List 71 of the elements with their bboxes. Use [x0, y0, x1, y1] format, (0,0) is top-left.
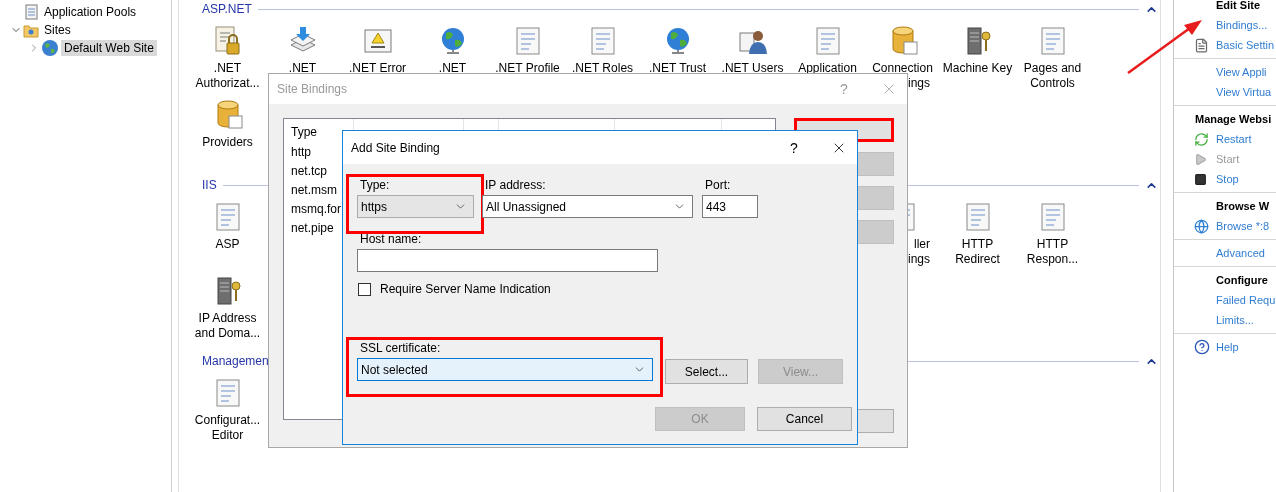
action-link[interactable]: View Virtua — [1216, 86, 1272, 98]
feature-label[interactable]: .NET — [415, 61, 490, 76]
type-dropdown[interactable]: https — [357, 195, 474, 218]
action-link[interactable]: Limits... — [1216, 314, 1254, 326]
tree-item[interactable]: Sites — [41, 22, 74, 38]
play-icon — [1194, 152, 1207, 166]
tree-item[interactable]: Application Pools — [41, 4, 140, 20]
host-name-field[interactable] — [357, 249, 658, 272]
stop-icon — [1194, 172, 1207, 186]
section-title: Manage Websi — [1194, 112, 1273, 127]
feature-label[interactable]: HTTP — [1015, 237, 1090, 252]
field-label: Type: — [359, 178, 391, 192]
group-title: Managemen — [202, 354, 269, 368]
globe-icon — [1194, 218, 1209, 234]
action-link[interactable]: View Appli — [1216, 66, 1267, 78]
feature-label[interactable]: Configurat... — [190, 413, 265, 428]
tree-item[interactable]: Default Web Site — [61, 40, 157, 56]
action-link[interactable]: Basic Settin — [1216, 39, 1275, 51]
feature-label[interactable]: Connection — [865, 61, 940, 76]
feature-label[interactable]: Authorizat... — [190, 76, 265, 91]
dialog-title: Add Site Binding — [351, 140, 441, 155]
group-title: ASP.NET — [202, 2, 252, 16]
feature-label[interactable]: .NET — [190, 61, 265, 76]
dialog-title: Site Bindings — [277, 82, 349, 96]
feature-label[interactable]: IP Address — [190, 311, 265, 326]
feature-label[interactable]: Application — [790, 61, 865, 76]
refresh-icon — [1194, 131, 1209, 147]
feature-label[interactable]: and Doma... — [190, 326, 265, 341]
action-link[interactable]: Help — [1216, 341, 1239, 353]
help-button[interactable]: ? — [787, 139, 801, 156]
globe-icon — [41, 39, 59, 57]
feature-label[interactable]: .NET Error — [340, 61, 415, 76]
action-link[interactable]: Browse *:8 — [1216, 220, 1270, 232]
checkbox[interactable] — [358, 282, 371, 296]
action-link[interactable]: Restart — [1216, 133, 1252, 145]
action-link[interactable]: Advanced — [1216, 247, 1265, 259]
feature-label[interactable]: Machine Key — [940, 61, 1015, 76]
action-link[interactable]: Bindings... — [1216, 19, 1268, 31]
feature-label[interactable]: Providers — [190, 135, 265, 150]
feature-label[interactable]: .NET Roles — [565, 61, 640, 76]
folder-icon — [23, 22, 39, 38]
feature-label[interactable]: .NET — [265, 61, 340, 76]
feature-label[interactable]: HTTP — [940, 237, 1015, 252]
group-title: IIS — [202, 178, 217, 192]
section-title: Configure — [1215, 273, 1269, 288]
select-button[interactable]: Select... — [665, 359, 748, 384]
ip-address-dropdown[interactable]: All Unassigned — [482, 195, 693, 218]
document-icon — [23, 4, 39, 20]
feature-label[interactable]: .NET Users — [715, 61, 790, 76]
document-icon — [1194, 37, 1209, 53]
certificate-dropdown[interactable]: Not selected — [357, 358, 653, 381]
section-title: Edit Site — [1215, 0, 1261, 13]
field-label: SSL certificate: — [359, 341, 442, 355]
feature-label[interactable]: Respon... — [1015, 252, 1090, 267]
field-label: Port: — [704, 178, 732, 192]
feature-label[interactable]: .NET Trust — [640, 61, 715, 76]
action-link[interactable]: Stop — [1216, 173, 1239, 185]
cancel-button[interactable]: Cancel — [757, 407, 852, 431]
checkbox-label[interactable]: Require Server Name Indication — [377, 282, 551, 296]
help-icon — [1194, 339, 1210, 355]
feature-label[interactable]: Editor — [190, 428, 265, 443]
field-label: IP address: — [484, 178, 547, 192]
action-link[interactable]: Failed Requ — [1216, 294, 1276, 306]
section-title: Browse W — [1215, 199, 1271, 214]
field-label: Host name: — [359, 232, 423, 246]
feature-label[interactable]: Pages and — [1015, 61, 1090, 76]
feature-label[interactable]: .NET Profile — [490, 61, 565, 76]
port-field[interactable]: 443 — [702, 195, 758, 218]
feature-label[interactable]: Controls — [1015, 76, 1090, 91]
feature-label[interactable]: Redirect — [940, 252, 1015, 267]
feature-label[interactable]: ASP — [190, 237, 265, 252]
